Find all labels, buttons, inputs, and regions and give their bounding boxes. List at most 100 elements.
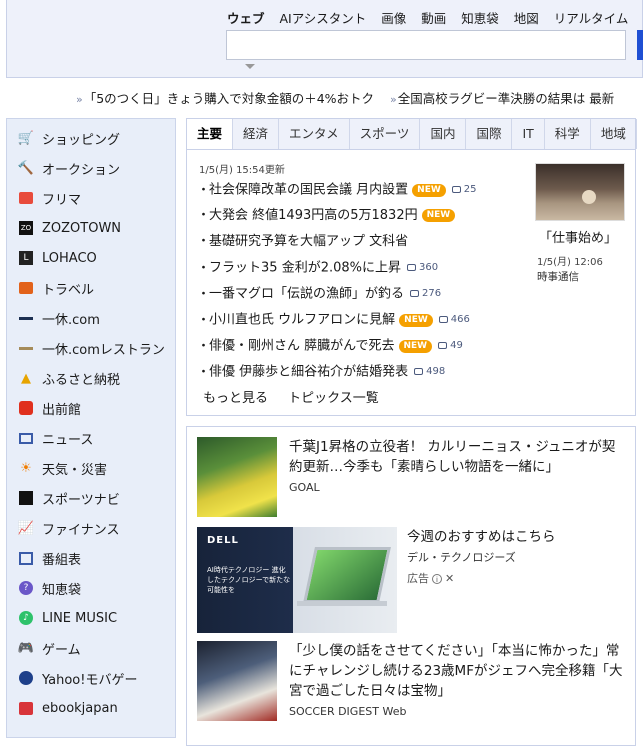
tab-science[interactable]: 科学	[545, 119, 591, 149]
article-text: 「少し僕の話をさせてください」「本当に怖かった」常にチャレンジし続ける23歳MF…	[289, 641, 625, 719]
ticker-item[interactable]: » 「5のつく日」きょう購入で対象金額の＋4%おトク	[76, 91, 374, 106]
feed-ad[interactable]: DELL AI時代テクノロジー 進化したテクノロジーで新たな可能性を 今週のおす…	[197, 527, 627, 633]
sidebar-item-auction[interactable]: 🔨 オークション	[7, 153, 175, 183]
topic-item[interactable]: 大発会 終値1493円高の5万1832円NEW	[197, 203, 527, 229]
article-thumbnail	[197, 641, 277, 721]
search-area: ウェブ AIアシスタント 画像 動画 知恵袋 地図 リアルタイム	[6, 0, 643, 78]
laptop-image	[303, 547, 391, 603]
pickup-source: 時事通信	[537, 271, 579, 283]
lohaco-icon: L	[17, 249, 35, 267]
topic-list: 社会保障改革の国民会議 月内設置NEW25 大発会 終値1493円高の5万183…	[197, 177, 527, 385]
topic-item[interactable]: 一番マグロ「伝説の漁師」が釣る276	[197, 281, 527, 307]
tab-entertainment[interactable]: エンタメ	[279, 119, 350, 149]
chiebukuro-icon: ?	[17, 579, 35, 597]
topic-tabs: 主要 経済 エンタメ スポーツ 国内 国際 IT 科学 地域	[187, 119, 637, 150]
auction-hammer-icon: 🔨	[17, 160, 35, 176]
sidebar-item-demaecan[interactable]: 出前館	[7, 393, 175, 423]
article-thumbnail	[197, 437, 277, 517]
ticker-item[interactable]: » 全国高校ラグビー準決勝の結果は 最新	[390, 91, 614, 106]
sidebar-item-ikyu-restaurant[interactable]: 一休.comレストラン	[7, 333, 175, 363]
topic-item[interactable]: 俳優・剛州さん 膵臓がんで死去NEW49	[197, 333, 527, 359]
mobage-icon	[17, 669, 35, 687]
sidebar-item-ikyu[interactable]: 一休.com	[7, 303, 175, 333]
search-tab-chiebukuro[interactable]: 知恵袋	[461, 11, 499, 26]
sidebar-item-shopping[interactable]: 🛒 ショッピング	[7, 123, 175, 153]
sidebar-item-game[interactable]: 🎮 ゲーム	[7, 633, 175, 663]
comment-icon	[414, 367, 424, 375]
sidebar-item-lohaco[interactable]: L LOHACO	[7, 243, 175, 273]
topic-footer: もっと見る トピックス一覧	[203, 387, 395, 406]
pickup-photo[interactable]	[535, 163, 625, 221]
search-tab-videos[interactable]: 動画	[421, 11, 446, 26]
comment-count: 498	[414, 366, 445, 377]
search-tab-maps[interactable]: 地図	[514, 11, 539, 26]
topic-item[interactable]: 社会保障改革の国民会議 月内設置NEW25	[197, 177, 527, 203]
tab-it[interactable]: IT	[512, 119, 545, 149]
article-source: SOCCER DIGEST Web	[289, 705, 407, 718]
sidebar-item-news[interactable]: ニュース	[7, 423, 175, 453]
search-dropdown-caret-icon[interactable]	[245, 64, 255, 69]
tab-domestic[interactable]: 国内	[420, 119, 467, 149]
new-badge: NEW	[398, 339, 433, 353]
news-icon	[17, 429, 35, 447]
sidebar-item-furusato[interactable]: ▲ ふるさと納税	[7, 363, 175, 393]
comment-icon	[410, 289, 420, 297]
tab-sports[interactable]: スポーツ	[350, 119, 421, 149]
sidebar-item-travel[interactable]: トラベル	[7, 273, 175, 303]
pickup-photo-subject	[582, 190, 596, 204]
double-chevron-icon: »	[76, 93, 83, 106]
sidebar-item-ebookjapan[interactable]: ebookjapan	[7, 693, 175, 723]
pickup-title[interactable]: 「仕事始め」	[539, 227, 617, 246]
ebook-icon	[17, 699, 35, 717]
search-input[interactable]	[226, 30, 626, 60]
search-button[interactable]	[637, 30, 643, 60]
feed-article[interactable]: 「少し僕の話をさせてください」「本当に怖かった」常にチャレンジし続ける23歳MF…	[197, 641, 627, 725]
ikyu-restaurant-icon	[17, 339, 35, 357]
search-tab-ai-assistant[interactable]: AIアシスタント	[280, 11, 367, 26]
sidebar-item-sports[interactable]: スポーツナビ	[7, 483, 175, 513]
double-chevron-icon: »	[390, 93, 397, 106]
flea-market-icon	[17, 189, 35, 207]
demaecan-icon	[17, 399, 35, 417]
travel-suitcase-icon	[17, 279, 35, 297]
new-badge: NEW	[399, 313, 433, 327]
sidebar-item-chiebukuro[interactable]: ? 知恵袋	[7, 573, 175, 603]
tab-local[interactable]: 地域	[591, 119, 637, 149]
search-tab-web[interactable]: ウェブ	[227, 11, 265, 26]
comment-count: 276	[410, 288, 441, 299]
tab-economy[interactable]: 経済	[233, 119, 280, 149]
comment-icon	[438, 341, 448, 349]
sidebar-item-fleamarket[interactable]: フリマ	[7, 183, 175, 213]
sidebar-item-finance[interactable]: 📈 ファイナンス	[7, 513, 175, 543]
sidebar-item-zozotown[interactable]: ZO ZOZOTOWN	[7, 213, 175, 243]
topic-item[interactable]: 俳優 伊藤歩と細谷祐介が結婚発表498	[197, 359, 527, 385]
sidebar-item-mobage[interactable]: Yahoo!モバゲー	[7, 663, 175, 693]
feed-article[interactable]: 千葉J1昇格の立役者！ カルリーニョス・ジュニオが契約更新…今季も「素晴らしい物…	[197, 437, 627, 521]
search-tab-realtime[interactable]: リアルタイム	[554, 11, 629, 26]
ad-close-icon[interactable]: ✕	[445, 572, 454, 585]
article-text: 千葉J1昇格の立役者！ カルリーニョス・ジュニオが契約更新…今季も「素晴らしい物…	[289, 437, 625, 495]
new-badge: NEW	[421, 209, 456, 222]
ticker: » 「5のつく日」きょう購入で対象金額の＋4%おトク » 全国高校ラグビー準決勝の結…	[76, 88, 626, 107]
comment-count: 360	[407, 262, 438, 273]
more-link[interactable]: もっと見る	[203, 391, 268, 406]
sidebar-item-weather[interactable]: ☀ 天気・災害	[7, 453, 175, 483]
comment-count: 49	[438, 340, 463, 351]
topic-list-link[interactable]: トピックス一覧	[288, 391, 379, 406]
gamepad-icon: 🎮	[17, 640, 35, 656]
ad-banner: DELL AI時代テクノロジー 進化したテクノロジーで新たな可能性を	[197, 527, 397, 633]
news-feed: 千葉J1昇格の立役者！ カルリーニョス・ジュニオが契約更新…今季も「素晴らしい物…	[186, 426, 636, 746]
sidebar-item-line-music[interactable]: ♪ LINE MUSIC	[7, 603, 175, 633]
topic-item[interactable]: フラット35 金利が2.08%に上昇360	[197, 255, 527, 281]
search-tab-images[interactable]: 画像	[381, 11, 406, 26]
comment-count: 466	[438, 314, 470, 325]
tab-main[interactable]: 主要	[187, 119, 234, 149]
topic-item[interactable]: 基礎研究予算を大幅アップ 文科省	[197, 229, 527, 255]
laptop-base	[297, 601, 387, 606]
ad-info-icon[interactable]: i	[432, 574, 442, 584]
finance-chart-icon: 📈	[17, 520, 35, 536]
sidebar-item-tv-guide[interactable]: 番組表	[7, 543, 175, 573]
ad-label: 広告 i ✕	[407, 572, 455, 585]
tab-international[interactable]: 国際	[466, 119, 513, 149]
topic-item[interactable]: 小川直也氏 ウルフアロンに見解NEW466	[197, 307, 527, 333]
